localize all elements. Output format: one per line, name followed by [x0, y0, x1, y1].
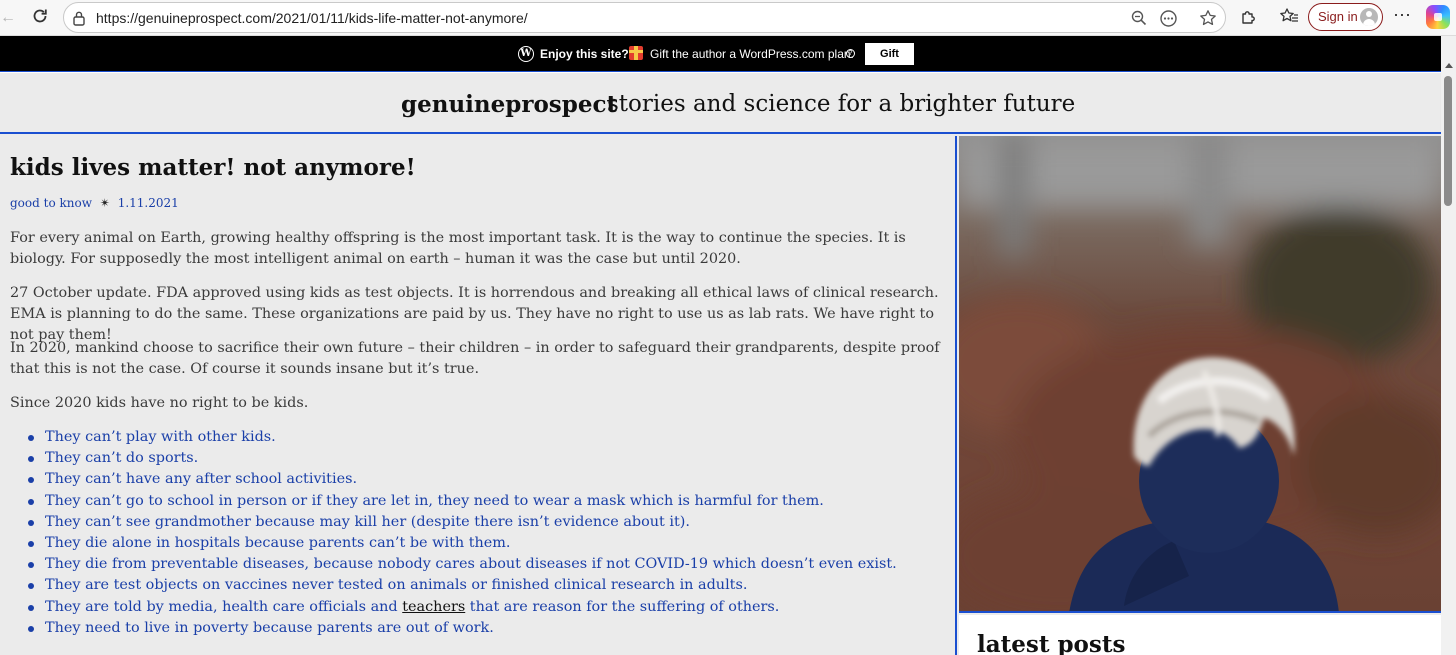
info-icon[interactable]: ? — [846, 49, 855, 58]
favorite-star-icon[interactable] — [1199, 9, 1217, 32]
scroll-up-arrow-icon[interactable] — [1445, 63, 1453, 68]
list-item: They need to live in poverty because par… — [28, 618, 897, 639]
meta-separator-icon: ✴ — [99, 196, 110, 210]
list-item: They die alone in hospitals because pare… — [28, 533, 897, 554]
copilot-icon[interactable] — [1426, 5, 1450, 29]
list-item: They are told by media, health care offi… — [28, 597, 897, 618]
post-title: kids lives matter! not anymore! — [10, 154, 416, 181]
lock-icon[interactable] — [72, 10, 86, 31]
latest-posts-heading: latest posts — [977, 631, 1126, 655]
gift-icon — [629, 46, 643, 60]
reload-icon[interactable] — [31, 7, 49, 30]
more-menu-icon[interactable]: ⋯ — [1393, 5, 1412, 25]
post-meta: good to know ✴ 1.11.2021 — [10, 195, 183, 211]
list-item: They can’t have any after school activit… — [28, 469, 897, 490]
teachers-link[interactable]: teachers — [402, 599, 465, 615]
extensions-icon[interactable] — [1240, 7, 1258, 30]
zoom-icon[interactable] — [1130, 9, 1148, 32]
child-photo — [959, 136, 1441, 613]
page-scrollbar[interactable] — [1441, 36, 1456, 655]
gift-bar: W Enjoy this site? Gift the author a Wor… — [0, 36, 1441, 72]
back-arrow-icon[interactable]: ← — [0, 9, 16, 27]
list-item-text: that are reason for the suffering of oth… — [465, 598, 780, 615]
sign-in-label: Sign in — [1318, 9, 1358, 24]
site-title[interactable]: genuineprospect — [401, 91, 617, 119]
list-item: They are test objects on vaccines never … — [28, 575, 897, 596]
site-tagline: stories and science for a brighter futur… — [607, 91, 1076, 117]
list-item: They can’t play with other kids. — [28, 427, 897, 448]
sign-in-button[interactable]: Sign in — [1308, 3, 1383, 31]
post-date-link[interactable]: 1.11.2021 — [118, 196, 179, 210]
paragraph: For every animal on Earth, growing healt… — [10, 230, 906, 267]
list-item: They can’t do sports. — [28, 448, 897, 469]
paragraph: In 2020, mankind choose to sacrifice the… — [10, 340, 940, 377]
reading-options-icon[interactable] — [1159, 9, 1178, 33]
post-category-link[interactable]: good to know — [10, 196, 92, 210]
post-content: kids lives matter! not anymore! good to … — [0, 136, 955, 655]
browser-toolbar: ← https://genuineprospect.com/2021/01/11… — [0, 0, 1456, 36]
bullet-list: They can’t play with other kids. They ca… — [28, 427, 897, 639]
wordpress-logo-icon: W — [518, 46, 534, 62]
sidebar: latest posts — [955, 136, 1441, 655]
list-item-text: They are told by media, health care offi… — [45, 598, 403, 615]
paragraph: Since 2020 kids have no right to be kids… — [10, 395, 309, 411]
gift-bar-enjoy-text: Enjoy this site? — [540, 47, 629, 61]
address-bar[interactable]: https://genuineprospect.com/2021/01/11/k… — [63, 2, 1226, 33]
profile-avatar-icon — [1360, 8, 1378, 26]
gift-button[interactable]: Gift — [865, 43, 914, 65]
url-text[interactable]: https://genuineprospect.com/2021/01/11/k… — [96, 10, 528, 27]
list-item: They can’t go to school in person or if … — [28, 491, 897, 512]
favorites-icon[interactable] — [1279, 7, 1299, 30]
latest-posts-widget: latest posts — [959, 615, 1441, 655]
site-header: genuineprospect stories and science for … — [0, 73, 1441, 134]
list-item: They can’t see grandmother because may k… — [28, 512, 897, 533]
list-item: They die from preventable diseases, beca… — [28, 554, 897, 575]
site-page: genuineprospect stories and science for … — [0, 73, 1441, 655]
paragraph: 27 October update. FDA approved using ki… — [10, 285, 939, 343]
scrollbar-thumb[interactable] — [1444, 76, 1452, 206]
gift-bar-message: Gift the author a WordPress.com plan. — [650, 47, 854, 61]
